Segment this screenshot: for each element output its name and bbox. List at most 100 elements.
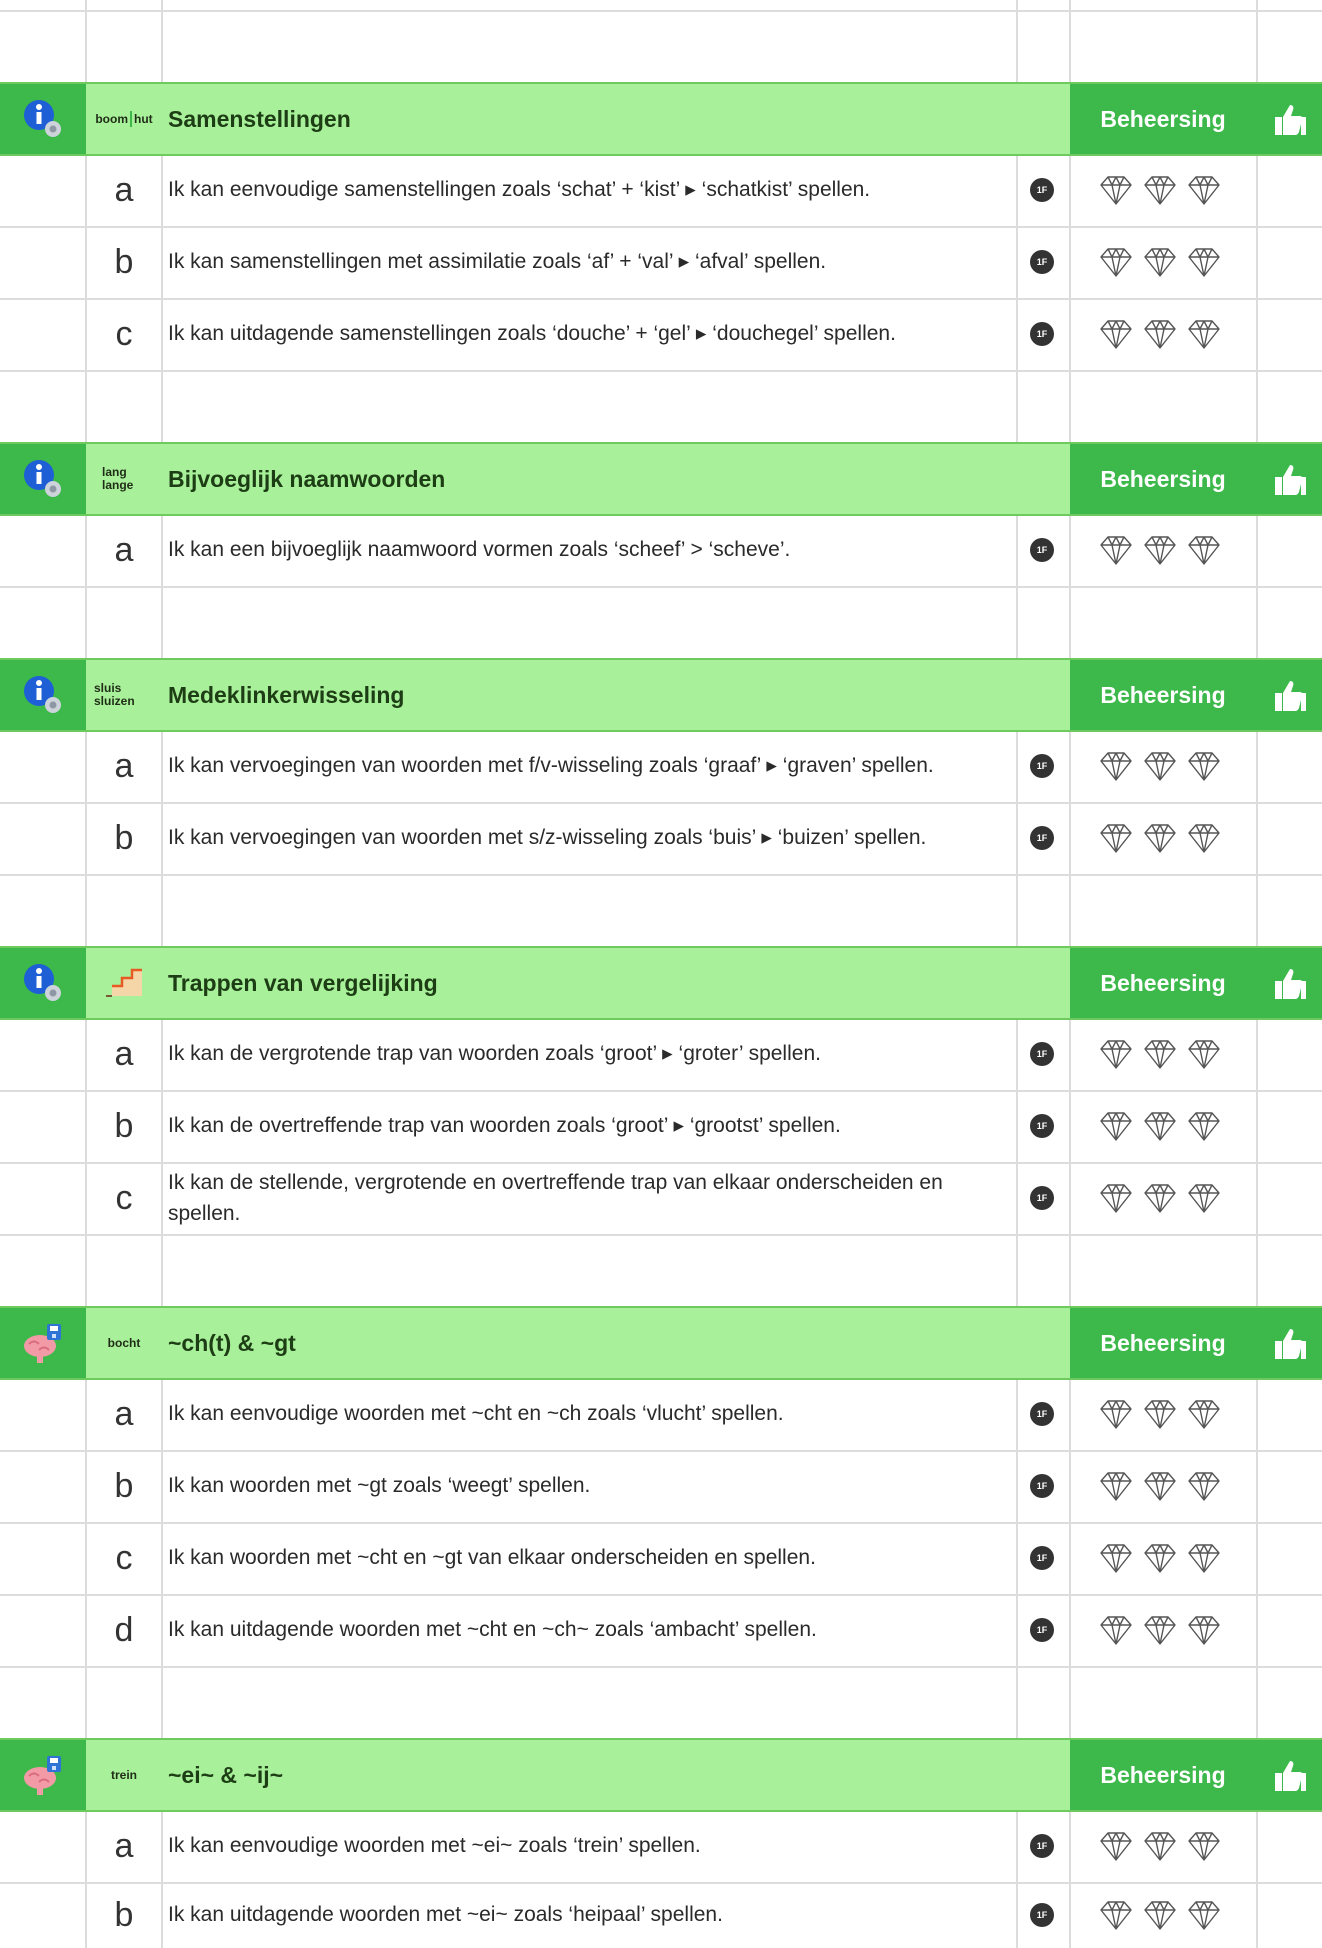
thumbs-up-icon[interactable] [1256,1740,1322,1810]
grid-line [0,874,1322,876]
diamond-icon[interactable] [1142,1108,1178,1144]
diamond-icon[interactable] [1142,316,1178,352]
brain-memory-icon[interactable] [0,1740,86,1810]
section-title: ~ch(t) & ~gt [168,1329,296,1356]
mastery-gems[interactable] [1098,316,1222,352]
goal-letter: b [114,1466,134,1505]
diamond-icon[interactable] [1186,748,1222,784]
diamond-icon[interactable] [1186,1180,1222,1216]
mastery-gems[interactable] [1098,1108,1222,1144]
goal-letter: a [114,170,134,209]
info-settings-icon[interactable] [0,444,86,514]
diamond-icon[interactable] [1098,1180,1134,1216]
mastery-gems[interactable] [1098,1540,1222,1576]
diamond-icon[interactable] [1142,1036,1178,1072]
diamond-icon[interactable] [1186,1108,1222,1144]
goal-letter: a [114,1034,134,1073]
diamond-icon[interactable] [1186,316,1222,352]
mastery-gems[interactable] [1098,532,1222,568]
diamond-icon[interactable] [1098,316,1134,352]
goal-text: Ik kan uitdagende samenstellingen zoals … [168,322,896,346]
diamond-icon[interactable] [1098,244,1134,280]
mastery-gems[interactable] [1098,244,1222,280]
diamond-icon[interactable] [1098,1036,1134,1072]
section-title: Samenstellingen [168,105,351,132]
grid-line [0,1666,1322,1668]
diamond-icon[interactable] [1186,1468,1222,1504]
diamond-icon[interactable] [1098,1396,1134,1432]
diamond-icon[interactable] [1142,172,1178,208]
goal-letter: a [114,1394,134,1433]
mastery-gems[interactable] [1098,1396,1222,1432]
info-settings-icon[interactable] [0,948,86,1018]
mastery-gems[interactable] [1098,1897,1222,1933]
goal-row: b Ik kan woorden met ~gt zoals ‘weegt’ s… [0,1450,1322,1522]
mastery-gems[interactable] [1098,1036,1222,1072]
diamond-icon[interactable] [1142,1180,1178,1216]
diamond-icon[interactable] [1098,748,1134,784]
diamond-icon[interactable] [1186,820,1222,856]
diamond-icon[interactable] [1186,1036,1222,1072]
level-badge: 1F [1030,1546,1054,1570]
diamond-icon[interactable] [1142,820,1178,856]
section-title: ~ei~ & ~ij~ [168,1761,284,1788]
goal-letter: b [114,1895,134,1934]
diamond-icon[interactable] [1142,244,1178,280]
mastery-gems[interactable] [1098,748,1222,784]
diamond-icon[interactable] [1142,748,1178,784]
level-badge: 1F [1030,538,1054,562]
level-badge: 1F [1030,1186,1054,1210]
diamond-icon[interactable] [1142,1540,1178,1576]
diamond-icon[interactable] [1098,172,1134,208]
diamond-icon[interactable] [1186,244,1222,280]
mastery-gems[interactable] [1098,1612,1222,1648]
mastery-gems[interactable] [1098,172,1222,208]
diamond-icon[interactable] [1186,1897,1222,1933]
diamond-icon[interactable] [1186,532,1222,568]
thumbs-up-icon[interactable] [1256,948,1322,1018]
diamond-icon[interactable] [1142,1468,1178,1504]
info-settings-icon[interactable] [0,660,86,730]
diamond-icon[interactable] [1142,1612,1178,1648]
level-badge: 1F [1030,322,1054,346]
diamond-icon[interactable] [1098,532,1134,568]
mastery-label: Beheersing [1070,84,1256,154]
diamond-icon[interactable] [1098,1897,1134,1933]
diamond-icon[interactable] [1098,1828,1134,1864]
goal-letter: a [114,530,134,569]
goal-row: b Ik kan samenstellingen met assimilatie… [0,226,1322,298]
diamond-icon[interactable] [1098,1468,1134,1504]
diamond-icon[interactable] [1098,1540,1134,1576]
goal-text: Ik kan eenvoudige samenstellingen zoals … [168,178,871,202]
mastery-gems[interactable] [1098,1468,1222,1504]
goal-row: a Ik kan eenvoudige woorden met ~cht en … [0,1378,1322,1450]
diamond-icon[interactable] [1142,1897,1178,1933]
diamond-icon[interactable] [1186,172,1222,208]
goal-text: Ik kan vervoegingen van woorden met s/z-… [168,826,927,850]
mastery-gems[interactable] [1098,1828,1222,1864]
mastery-gems[interactable] [1098,820,1222,856]
diamond-icon[interactable] [1142,1396,1178,1432]
diamond-icon[interactable] [1186,1828,1222,1864]
grid-line [0,10,1322,12]
diamond-icon[interactable] [1186,1396,1222,1432]
thumbs-up-icon[interactable] [1256,660,1322,730]
diamond-icon[interactable] [1098,1108,1134,1144]
mastery-label: Beheersing [1070,1740,1256,1810]
brain-memory-icon[interactable] [0,1308,86,1378]
thumbs-up-icon[interactable] [1256,84,1322,154]
info-settings-icon[interactable] [0,84,86,154]
goal-row: a Ik kan een bijvoeglijk naamwoord vorme… [0,514,1322,586]
section-header-bijvoeglijk: lang lange Bijvoeglijk naamwoorden Behee… [0,442,1322,516]
thumbs-up-icon[interactable] [1256,1308,1322,1378]
goal-letter: b [114,818,134,857]
mastery-gems[interactable] [1098,1180,1222,1216]
diamond-icon[interactable] [1142,532,1178,568]
thumbs-up-icon[interactable] [1256,444,1322,514]
diamond-icon[interactable] [1098,820,1134,856]
diamond-icon[interactable] [1186,1540,1222,1576]
diamond-icon[interactable] [1186,1612,1222,1648]
goal-row: d Ik kan uitdagende woorden met ~cht en … [0,1594,1322,1666]
diamond-icon[interactable] [1142,1828,1178,1864]
diamond-icon[interactable] [1098,1612,1134,1648]
